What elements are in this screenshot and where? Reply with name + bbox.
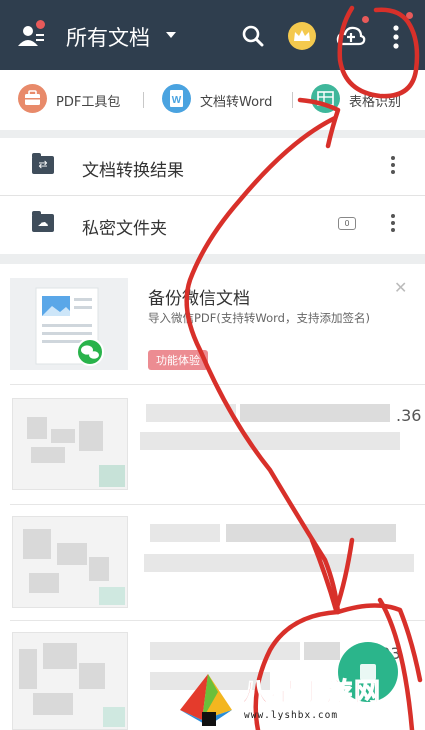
folder-label: 文档转换结果 [82, 161, 184, 181]
document-meta [144, 554, 414, 572]
document-title [150, 642, 300, 660]
crown-icon[interactable] [288, 22, 316, 50]
search-icon[interactable] [241, 24, 265, 48]
watermark-name: 八星手游网 [241, 678, 383, 709]
document-title [240, 404, 390, 422]
notification-dot [406, 12, 413, 19]
notification-dot [362, 16, 369, 23]
watermark-logo [180, 674, 232, 726]
chevron-down-icon[interactable] [166, 32, 176, 38]
tool-label: 文档转Word [200, 95, 273, 110]
divider [10, 620, 425, 621]
folder-count-badge: 0 [338, 217, 356, 230]
document-thumbnail [12, 516, 128, 608]
divider [143, 92, 144, 108]
divider [292, 92, 293, 108]
more-vert-icon[interactable] [388, 214, 398, 236]
tool-doc-to-word[interactable]: W 文档转Word [162, 84, 282, 114]
document-title [226, 524, 396, 542]
document-title [150, 524, 220, 542]
close-icon[interactable]: ✕ [394, 278, 407, 297]
document-thumbnail [12, 632, 128, 730]
document-thumbnail [12, 398, 128, 490]
svg-text:W: W [172, 95, 182, 106]
private-folder-icon: ☁ [32, 211, 54, 232]
folder-row-convert-results[interactable]: ⇄ 文档转换结果 [0, 138, 425, 196]
watermark: 八星手游网 www.lyshbx.com [170, 668, 425, 730]
watermark-url: www.lyshbx.com [244, 710, 339, 721]
menu-icon[interactable] [14, 20, 48, 50]
document-title [146, 404, 236, 422]
word-icon: W [162, 84, 191, 113]
tool-label: 表格识别 [349, 95, 402, 110]
promo-description: 导入微信PDF(支持转Word，支持添加签名) [148, 311, 370, 325]
tool-label: PDF工具包 [56, 95, 121, 110]
document-meta: .36 [396, 406, 422, 425]
convert-folder-icon: ⇄ [32, 153, 54, 174]
cloud-upload-icon[interactable] [336, 16, 369, 48]
app-bar: 所有文档 [0, 0, 425, 70]
table-icon [311, 84, 340, 113]
folder-list: ⇄ 文档转换结果 ☁ 私密文件夹 0 [0, 138, 425, 254]
more-vert-icon[interactable] [386, 12, 413, 50]
divider [10, 504, 425, 505]
notification-dot [36, 20, 45, 29]
toolbox-icon [18, 84, 47, 113]
promo-title: 备份微信文档 [148, 289, 250, 309]
tool-table-recognition[interactable]: 表格识别 [311, 84, 425, 114]
document-title [304, 642, 340, 660]
promo-thumbnail [10, 278, 128, 370]
tool-pdf-toolkit[interactable]: PDF工具包 [18, 84, 143, 114]
tools-strip: PDF工具包 W 文档转Word 表格识别 [0, 70, 425, 130]
folder-label: 私密文件夹 [82, 219, 167, 239]
page-title[interactable]: 所有文档 [66, 22, 150, 52]
folder-row-private[interactable]: ☁ 私密文件夹 0 [0, 196, 425, 254]
divider [10, 384, 425, 385]
promo-badge[interactable]: 功能体验 [148, 350, 208, 370]
document-meta [140, 432, 400, 450]
more-vert-icon[interactable] [388, 156, 398, 178]
